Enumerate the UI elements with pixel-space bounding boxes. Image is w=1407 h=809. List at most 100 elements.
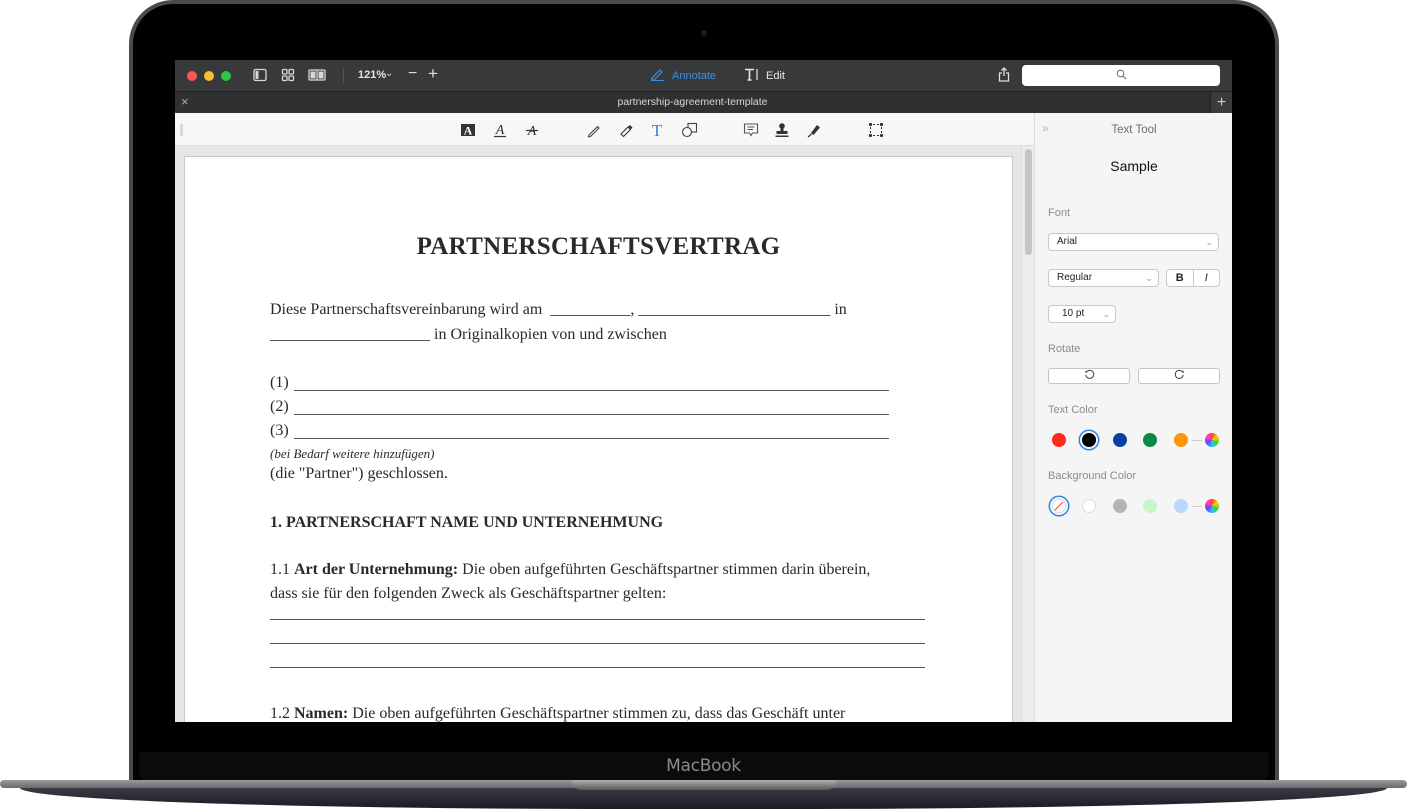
background-color-swatch[interactable] xyxy=(1174,499,1188,513)
rotate-right-button[interactable] xyxy=(1138,368,1220,384)
app-window: 121% ⌄ − + Annotate Edit × partnership-a… xyxy=(175,60,1232,722)
rotate-label: Rotate xyxy=(1048,343,1081,355)
intro-line-1: Diese Partnerschaftsvereinbarung wird am… xyxy=(270,301,847,318)
highlight-icon[interactable]: A xyxy=(459,121,477,139)
annotate-mode-button[interactable]: Annotate xyxy=(650,68,716,84)
bold-italic-toggle: B I xyxy=(1166,269,1220,287)
drag-handle[interactable] xyxy=(180,124,183,136)
divider xyxy=(1192,440,1202,441)
chevron-down-icon: ⌄ xyxy=(1145,273,1153,283)
purpose-blank-1[interactable] xyxy=(270,619,925,620)
copies-blank[interactable]: ____________________ xyxy=(270,326,430,343)
tab-bar: × partnership-agreement-template + xyxy=(175,91,1232,114)
font-sample: Sample xyxy=(1110,158,1158,174)
background-color-swatch[interactable] xyxy=(1113,499,1127,513)
background-color-label: Background Color xyxy=(1048,470,1137,482)
chevron-down-icon: ⌄ xyxy=(1102,309,1110,319)
font-size-select[interactable]: 10 pt ⌄ xyxy=(1048,305,1116,323)
tab-document[interactable]: partnership-agreement-template xyxy=(175,96,1210,108)
strikethrough-icon[interactable]: A xyxy=(523,121,541,139)
titlebar: 121% ⌄ − + Annotate Edit xyxy=(175,60,1232,91)
parties-note: (bei Bedarf weitere hinzufügen) xyxy=(270,446,435,461)
opening-notch xyxy=(572,780,836,790)
sidebar-icon[interactable] xyxy=(253,68,267,82)
purpose-blank-3[interactable] xyxy=(270,667,925,668)
chevron-down-icon[interactable]: ⌄ xyxy=(385,68,393,79)
background-color-swatch[interactable] xyxy=(1082,499,1096,513)
annotate-label: Annotate xyxy=(672,70,717,82)
eraser-icon[interactable] xyxy=(617,121,635,139)
thumbnails-grid-icon[interactable] xyxy=(281,68,295,82)
share-icon[interactable] xyxy=(998,67,1010,87)
minimize-window-button[interactable] xyxy=(204,71,214,81)
zoom-window-button[interactable] xyxy=(221,71,231,81)
party-2-blank[interactable] xyxy=(294,414,889,415)
parties-closing: (die "Partner") geschlossen. xyxy=(270,465,448,482)
add-tab-button[interactable]: + xyxy=(1210,92,1232,114)
divider xyxy=(343,68,344,83)
document-title: PARTNERSCHAFTSVERTRAG xyxy=(416,233,781,260)
vertical-scrollbar[interactable] xyxy=(1021,146,1034,722)
font-style-select[interactable]: Regular ⌄ xyxy=(1048,269,1159,287)
text-tool-icon[interactable]: T xyxy=(648,121,666,139)
purpose-blank-2[interactable] xyxy=(270,643,925,644)
brand-label: MacBook xyxy=(666,756,741,776)
background-color-swatch[interactable] xyxy=(1143,499,1157,513)
italic-button[interactable]: I xyxy=(1192,270,1220,286)
shapes-icon[interactable] xyxy=(680,121,698,139)
text-tool-panel: » Text Tool Sample Font Arial ⌄ Regular … xyxy=(1034,113,1232,722)
clause-1-1-cont: dass sie für den folgenden Zweck als Ges… xyxy=(270,585,667,602)
party-3-blank[interactable] xyxy=(294,438,889,439)
pencil-icon[interactable] xyxy=(585,121,603,139)
clause-1-2: 1.2 Namen: Die oben aufgeführten Geschäf… xyxy=(270,705,846,722)
underline-icon[interactable]: A xyxy=(491,121,509,139)
text-cursor-icon xyxy=(744,68,760,84)
party-3-label: (3) xyxy=(270,422,289,439)
laptop-mockup: MacBook 121% ⌄ − + Annotate Edit × partn… xyxy=(0,0,1407,809)
text-color-swatch[interactable] xyxy=(1174,433,1188,447)
signature-pen-icon[interactable] xyxy=(805,121,823,139)
zoom-level[interactable]: 121% xyxy=(358,69,386,81)
text-color-swatch[interactable] xyxy=(1052,433,1066,447)
search-icon xyxy=(1116,67,1127,85)
party-1-blank[interactable] xyxy=(294,390,889,391)
background-color-none-swatch[interactable] xyxy=(1052,499,1066,513)
search-input[interactable] xyxy=(1022,65,1220,86)
annotation-toolbar: A A A T xyxy=(175,113,1034,146)
intro-line-2: ____________________ in Originalkopien v… xyxy=(270,326,667,343)
zoom-out-button[interactable]: − xyxy=(408,65,417,83)
close-window-button[interactable] xyxy=(187,71,197,81)
rotate-ccw-icon xyxy=(1084,367,1095,385)
text-color-swatch[interactable] xyxy=(1143,433,1157,447)
marquee-select-icon[interactable] xyxy=(867,121,885,139)
svg-text:A: A xyxy=(464,124,473,138)
stamp-icon[interactable] xyxy=(773,121,791,139)
panel-title: Text Tool xyxy=(1111,124,1157,136)
party-2-label: (2) xyxy=(270,398,289,415)
color-picker-icon[interactable] xyxy=(1205,499,1219,513)
font-family-select[interactable]: Arial ⌄ xyxy=(1048,233,1219,251)
rotate-left-button[interactable] xyxy=(1048,368,1130,384)
text-color-swatch[interactable] xyxy=(1082,433,1096,447)
divider xyxy=(1192,506,1202,507)
bold-button[interactable]: B xyxy=(1167,270,1193,286)
date-blank[interactable]: __________, ________________________ xyxy=(550,301,830,318)
scrollbar-thumb[interactable] xyxy=(1025,149,1032,255)
text-color-label: Text Color xyxy=(1048,404,1098,416)
font-label: Font xyxy=(1048,207,1071,219)
section-1-heading: 1. PARTNERSCHAFT NAME UND UNTERNEHMUNG xyxy=(270,514,664,531)
text-color-swatch[interactable] xyxy=(1113,433,1127,447)
document-page[interactable]: PARTNERSCHAFTSVERTRAG Diese Partnerschaf… xyxy=(184,156,1013,722)
edit-mode-button[interactable]: Edit xyxy=(744,68,785,84)
color-picker-icon[interactable] xyxy=(1205,433,1219,447)
rotate-cw-icon xyxy=(1174,367,1185,385)
clause-1-1: 1.1 Art der Unternehmung: Die oben aufge… xyxy=(270,561,871,578)
two-page-icon[interactable] xyxy=(308,68,326,82)
edit-label: Edit xyxy=(766,70,785,82)
pen-icon xyxy=(650,68,665,84)
laptop-base xyxy=(0,780,1407,809)
party-1-label: (1) xyxy=(270,374,289,391)
zoom-in-button[interactable]: + xyxy=(428,64,438,84)
note-icon[interactable] xyxy=(742,121,760,139)
document-viewport: PARTNERSCHAFTSVERTRAG Diese Partnerschaf… xyxy=(175,146,1034,722)
